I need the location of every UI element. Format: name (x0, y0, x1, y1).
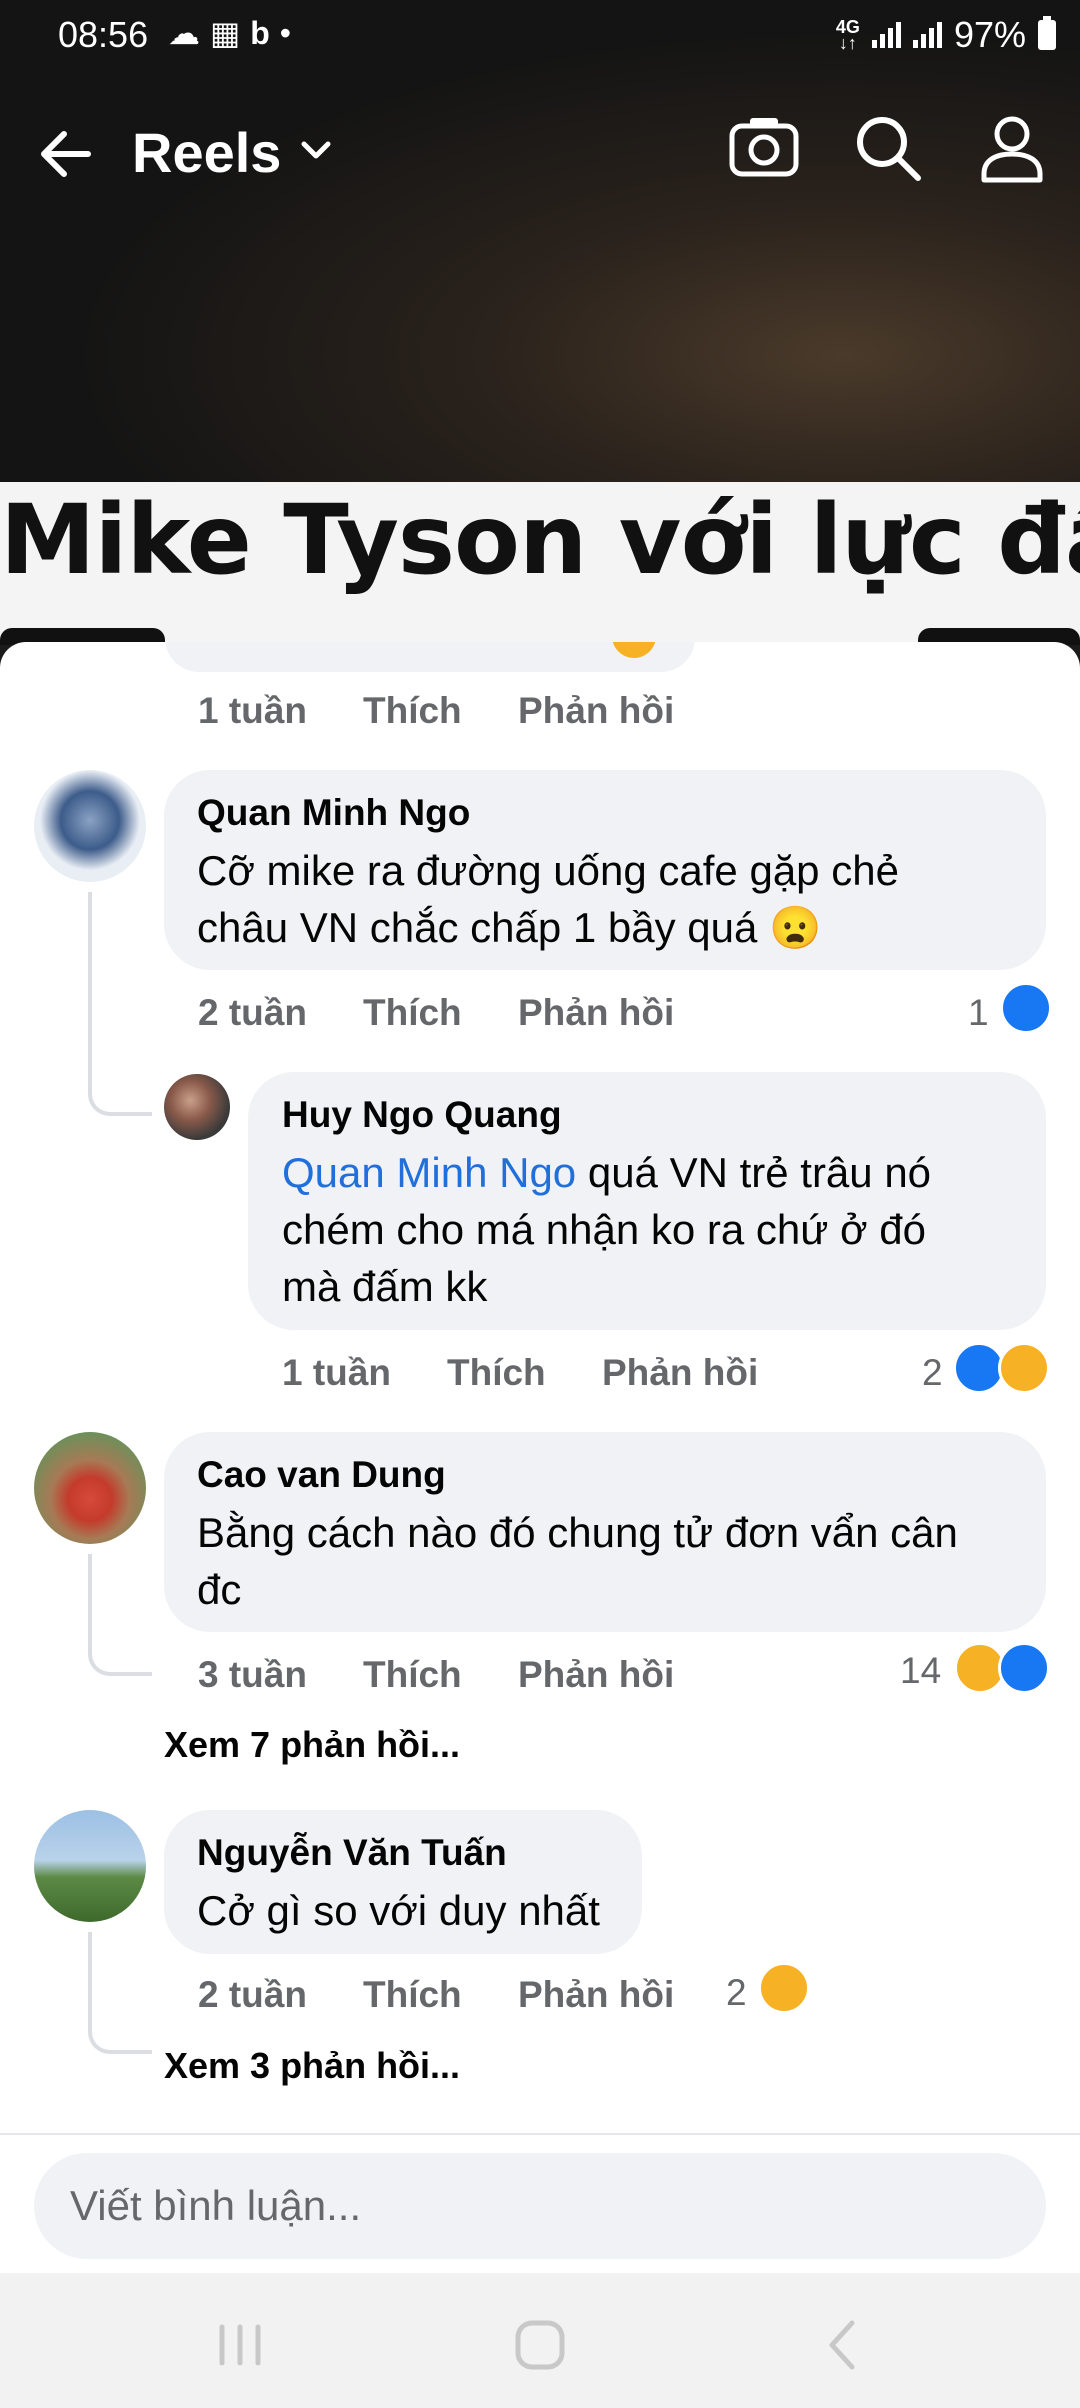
recent-apps-icon[interactable] (208, 2315, 272, 2375)
like-button[interactable]: Thích (363, 1974, 518, 2016)
comment-text: Quan Minh Ngo quá VN trẻ trâu nó (282, 1144, 931, 1201)
reply-button[interactable]: Phản hồi (518, 690, 674, 732)
battery-icon (1038, 16, 1056, 50)
comment-author[interactable]: Huy Ngo Quang (282, 1094, 562, 1136)
back-arrow-icon[interactable] (34, 122, 98, 186)
avatar[interactable] (164, 1074, 230, 1140)
haha-reaction-icon (758, 1962, 810, 2014)
comment-meta: 1 tuần Thích Phản hồi (198, 690, 674, 732)
reaction-count[interactable]: 2 (922, 1352, 943, 1394)
reels-header: Reels (0, 90, 1080, 210)
comment-text: Cở gì so với duy nhất (197, 1887, 600, 1934)
comment-meta: 1 tuần Thích Phản hồi (282, 1352, 758, 1394)
comment-text-line2: đc (197, 1566, 242, 1613)
status-right: 4G ↓↑ 97% (836, 14, 1056, 56)
signal-icon-2 (912, 22, 942, 48)
comment-text-line3: mà đấm kk (282, 1263, 488, 1310)
network-type-icon: 4G ↓↑ (835, 17, 860, 53)
home-icon[interactable] (508, 2315, 572, 2375)
comment-text-line2: chém cho má nhận ko ra chứ ở đó (282, 1206, 926, 1253)
comment-text-line2: châu VN chắc chấp 1 bầy quá 😦 (197, 904, 822, 951)
like-reaction-icon (1000, 982, 1052, 1034)
comment-time: 1 tuần (198, 690, 307, 731)
comment-time: 3 tuần (198, 1654, 307, 1695)
comment-author[interactable]: Quan Minh Ngo (197, 792, 470, 834)
reply-button[interactable]: Phản hồi (518, 1974, 674, 2016)
mention-link[interactable]: Quan Minh Ngo (282, 1149, 576, 1196)
comment-text: Cỡ mike ra đường uống cafe gặp chẻ (197, 847, 899, 894)
calendar-icon: ▦ (210, 15, 251, 51)
avatar[interactable] (34, 770, 146, 882)
comment-time: 2 tuần (198, 1974, 307, 2015)
comment-text: Bằng cách nào đó chung tử đơn vẩn cân (197, 1509, 958, 1556)
page-title[interactable]: Reels (132, 120, 281, 185)
like-reaction-icon (998, 1642, 1050, 1694)
reaction-count[interactable]: 1 (968, 992, 989, 1034)
like-button[interactable]: Thích (363, 1654, 518, 1696)
view-more-replies-link[interactable]: Xem 3 phản hồi... (164, 2045, 460, 2087)
thread-line (88, 892, 152, 1116)
avatar[interactable] (34, 1432, 146, 1544)
view-more-replies-link[interactable]: Xem 7 phản hồi... (164, 1724, 460, 1766)
comment-time: 1 tuần (282, 1352, 391, 1393)
status-time: 08:56 (58, 14, 149, 55)
chevron-down-icon[interactable] (296, 130, 336, 170)
reply-button[interactable]: Phản hồi (518, 992, 674, 1034)
status-notification-icons: ☁▦b• (168, 14, 301, 52)
like-button[interactable]: Thích (363, 992, 518, 1034)
comments-sheet: 1 tuần Thích Phản hồi Quan Minh Ngo Cỡ m… (0, 642, 1080, 2272)
comment-time: 2 tuần (198, 992, 307, 1033)
avatar[interactable] (34, 1810, 146, 1922)
signal-icon (871, 22, 901, 48)
thread-line (88, 1554, 152, 1676)
battery-percent: 97% (953, 14, 1026, 55)
cloud-icon: ☁ (168, 15, 210, 51)
like-button[interactable]: Thích (363, 690, 518, 732)
comment-author[interactable]: Nguyễn Văn Tuấn (197, 1832, 507, 1874)
comment-meta: 2 tuần Thích Phản hồi (198, 992, 674, 1034)
back-nav-icon[interactable] (812, 2315, 876, 2375)
video-caption: Mike Tyson với lực đấm (0, 484, 1080, 596)
comment-text-rest: quá VN trẻ trâu nó (576, 1149, 932, 1196)
comment-input[interactable]: Viết bình luận... (34, 2153, 1046, 2259)
comment-author[interactable]: Cao van Dung (197, 1454, 446, 1496)
reaction-count[interactable]: 14 (900, 1650, 941, 1692)
reaction-count[interactable]: 2 (726, 1972, 747, 2014)
camera-icon[interactable] (724, 108, 804, 188)
dot-icon: • (279, 15, 301, 51)
haha-reaction-icon (998, 1342, 1050, 1394)
reply-button[interactable]: Phản hồi (518, 1654, 674, 1696)
comment-meta: 2 tuần Thích Phản hồi (198, 1974, 674, 2016)
comment-meta: 3 tuần Thích Phản hồi (198, 1654, 674, 1696)
like-button[interactable]: Thích (447, 1352, 602, 1394)
reply-button[interactable]: Phản hồi (602, 1352, 758, 1394)
video-caption-strip: Mike Tyson với lực đấm (0, 482, 1080, 645)
profile-icon[interactable] (972, 108, 1052, 188)
thread-line (88, 1932, 152, 2054)
search-icon[interactable] (848, 108, 928, 188)
bing-icon: b (250, 15, 280, 51)
status-bar: 08:56 ☁▦b• 4G ↓↑ 97% (0, 0, 1080, 70)
comment-composer: Viết bình luận... (0, 2133, 1080, 2275)
system-nav-bar (0, 2273, 1080, 2408)
